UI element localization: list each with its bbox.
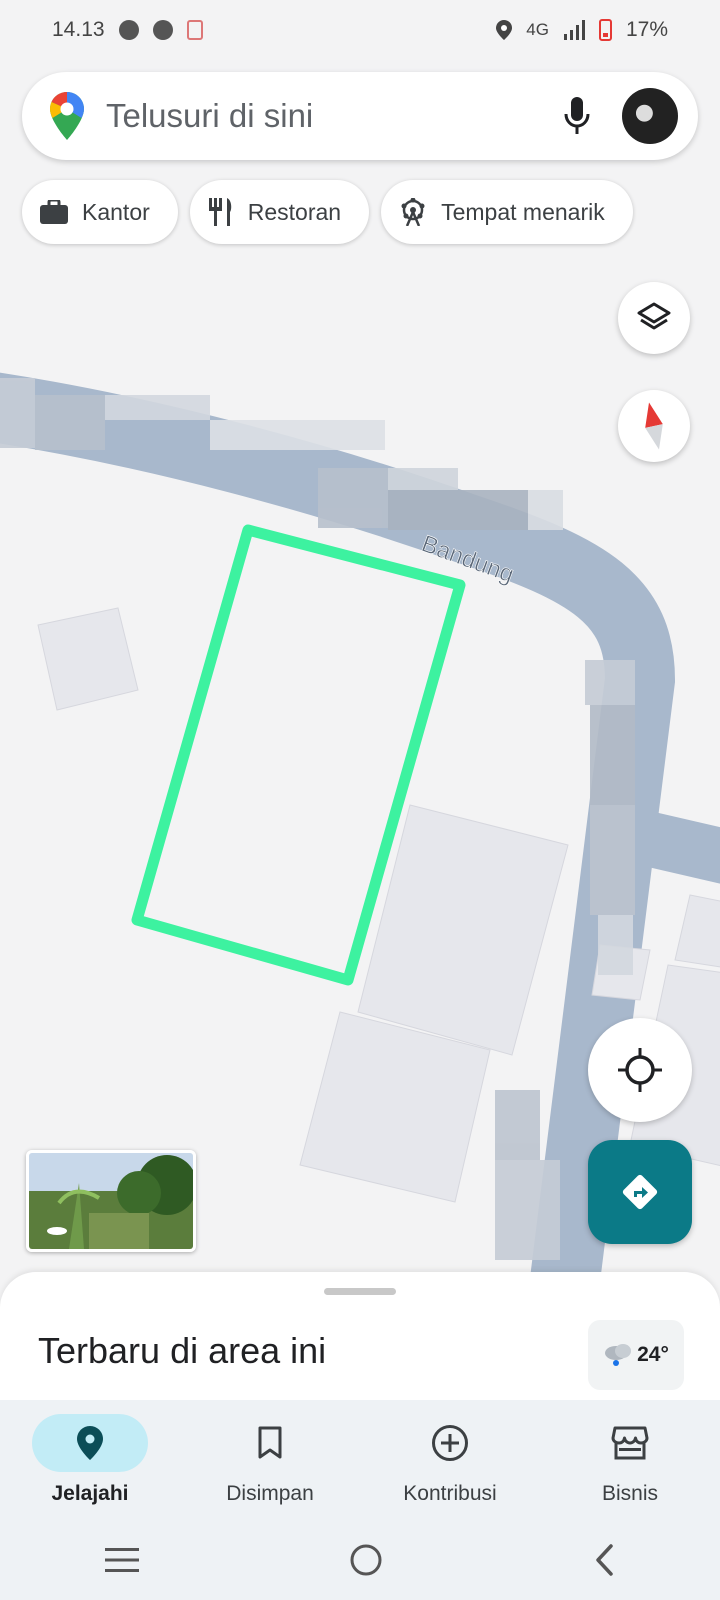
messenger-icon (152, 20, 173, 40)
store-icon (611, 1426, 649, 1460)
search-input[interactable]: Telusuri di sini (106, 97, 564, 135)
sheet-title: Terbaru di area ini (38, 1330, 327, 1371)
weather-temperature: 24° (637, 1343, 669, 1366)
recents-icon[interactable] (105, 1547, 139, 1573)
maps-logo-icon (50, 92, 84, 140)
nav-label: Disimpan (226, 1482, 314, 1505)
battery-level: 17% (625, 18, 668, 41)
layers-button[interactable] (618, 282, 690, 354)
my-location-button[interactable] (588, 1018, 692, 1122)
chip-label: Restoran (247, 198, 342, 225)
nav-label: Kontribusi (403, 1482, 497, 1505)
nav-bisnis[interactable]: Bisnis (550, 1400, 710, 1520)
nav-jelajahi[interactable]: Jelajahi (10, 1400, 170, 1520)
chip-tempat-menarik[interactable]: Tempat menarik (381, 180, 633, 244)
location-pin-icon (77, 1426, 103, 1460)
signal-icon (563, 20, 585, 40)
chip-kantor[interactable]: Kantor (22, 180, 178, 244)
nav-label: Bisnis (601, 1482, 659, 1505)
nav-icon-container (32, 1414, 148, 1472)
nav-disimpan[interactable]: Disimpan (190, 1400, 350, 1520)
compass-icon (645, 402, 663, 450)
street-view-image (29, 1153, 193, 1249)
mic-icon[interactable] (564, 97, 590, 135)
ferris-wheel-icon (401, 198, 425, 226)
nav-icon-container (572, 1414, 688, 1472)
avatar[interactable] (622, 88, 678, 144)
my-location-icon (618, 1048, 662, 1092)
back-icon[interactable] (593, 1543, 615, 1577)
home-icon[interactable] (349, 1543, 383, 1577)
notification-icon (186, 20, 203, 40)
facebook-icon (118, 20, 139, 40)
nav-icon-container (212, 1414, 328, 1472)
cloud-rain-icon (605, 1344, 632, 1366)
weather-chip[interactable]: 24° (588, 1320, 684, 1390)
chip-restoran[interactable]: Restoran (189, 180, 370, 244)
system-navigation (0, 1520, 720, 1600)
nav-icon-container (392, 1414, 508, 1472)
compass-button[interactable] (618, 390, 690, 462)
restaurant-icon (208, 198, 232, 226)
chip-label: Tempat menarik (441, 198, 605, 225)
nav-kontribusi[interactable]: Kontribusi (370, 1400, 530, 1520)
layers-icon (637, 302, 671, 330)
chip-label: Kantor (82, 198, 150, 225)
sheet-drag-handle[interactable] (324, 1288, 396, 1295)
network-type: 4G (526, 20, 549, 39)
location-icon (496, 20, 513, 40)
status-time: 14.13 (52, 18, 105, 41)
battery-icon (598, 19, 612, 41)
bookmark-icon (258, 1426, 282, 1459)
search-bar[interactable]: Telusuri di sini (22, 72, 698, 160)
bottom-navigation: Jelajahi Disimpan Kontribusi Bisnis (0, 1400, 720, 1520)
nav-label: Jelajahi (51, 1482, 129, 1505)
directions-button[interactable] (588, 1140, 692, 1244)
directions-icon (622, 1174, 658, 1210)
briefcase-icon (40, 200, 68, 224)
status-bar: 14.13 4G 17% (0, 0, 720, 60)
street-view-thumbnail[interactable] (26, 1150, 196, 1252)
category-chips: Kantor Restoran Tempat menarik (22, 180, 633, 244)
bottom-sheet[interactable]: Terbaru di area ini 24° (0, 1272, 720, 1412)
add-circle-icon (432, 1425, 468, 1461)
